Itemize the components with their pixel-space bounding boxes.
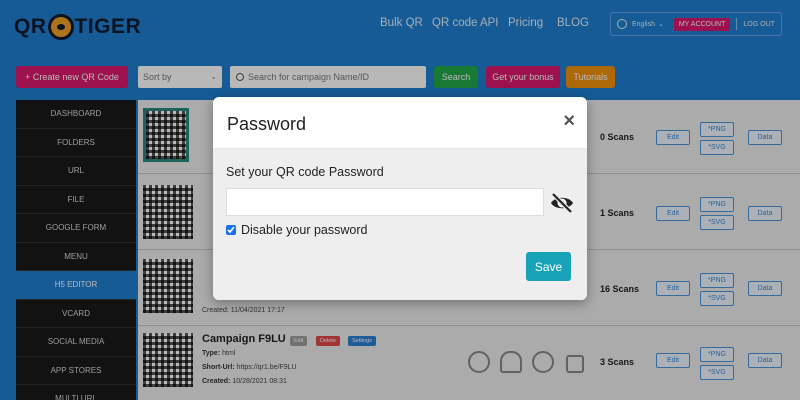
- save-button[interactable]: Save: [526, 252, 571, 281]
- eye-slash-icon[interactable]: [549, 192, 575, 214]
- password-label: Set your QR code Password: [226, 165, 384, 179]
- disable-password-label: Disable your password: [241, 223, 368, 237]
- password-field[interactable]: [226, 188, 544, 216]
- close-icon[interactable]: ×: [563, 111, 575, 131]
- disable-password-option[interactable]: Disable your password: [226, 223, 367, 237]
- modal-header: Password ×: [213, 97, 587, 149]
- disable-password-checkbox[interactable]: [226, 225, 236, 235]
- modal-body: Set your QR code Password Disable your p…: [213, 149, 587, 300]
- modal-title: Password: [227, 114, 307, 134]
- password-modal: Password × Set your QR code Password Dis…: [213, 97, 587, 300]
